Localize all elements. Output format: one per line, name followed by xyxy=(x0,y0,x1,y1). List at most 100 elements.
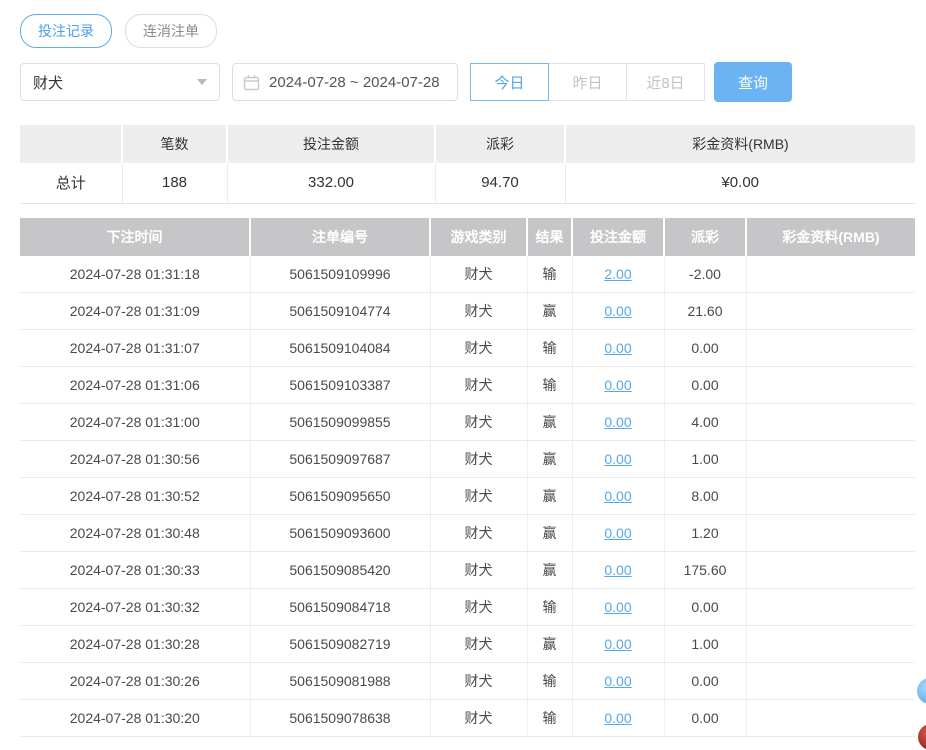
game-select[interactable]: 财犬 xyxy=(20,63,220,101)
cell-bet-amount: 0.00 xyxy=(572,552,664,589)
cell-payout: 1.00 xyxy=(664,441,746,478)
summary-header-bet-amount: 投注金额 xyxy=(227,125,435,163)
cell-bet-time: 2024-07-28 01:31:18 xyxy=(20,256,250,293)
bet-amount-link[interactable]: 0.00 xyxy=(604,525,631,541)
cell-order-number: 5061509103387 xyxy=(250,367,430,404)
bet-amount-link[interactable]: 0.00 xyxy=(604,303,631,319)
cell-game-type: 财犬 xyxy=(430,441,527,478)
summary-table: 笔数 投注金额 派彩 彩金资料(RMB) 总计 188 332.00 94.70… xyxy=(20,125,915,204)
cell-bet-time: 2024-07-28 01:30:48 xyxy=(20,515,250,552)
cell-order-number: 5061509081988 xyxy=(250,663,430,700)
cell-bet-amount: 0.00 xyxy=(572,330,664,367)
cell-order-number: 5061509078638 xyxy=(250,700,430,737)
cell-payout: 8.00 xyxy=(664,478,746,515)
cell-game-type: 财犬 xyxy=(430,589,527,626)
cell-payout: 21.60 xyxy=(664,293,746,330)
bet-amount-link[interactable]: 0.00 xyxy=(604,340,631,356)
cell-result: 赢 xyxy=(527,552,572,589)
table-row: 2024-07-28 01:31:07 5061509104084 财犬 输 0… xyxy=(20,330,915,367)
table-row: 2024-07-28 01:30:32 5061509084718 财犬 输 0… xyxy=(20,589,915,626)
cell-game-type: 财犬 xyxy=(430,404,527,441)
bet-amount-link[interactable]: 0.00 xyxy=(604,414,631,430)
bet-amount-link[interactable]: 0.00 xyxy=(604,636,631,652)
cell-bonus xyxy=(746,626,915,663)
summary-bet-amount-value: 332.00 xyxy=(227,163,435,203)
cell-payout: 0.00 xyxy=(664,700,746,737)
cell-bet-amount: 0.00 xyxy=(572,293,664,330)
cell-game-type: 财犬 xyxy=(430,515,527,552)
summary-payout-value: 94.70 xyxy=(435,163,565,203)
bet-amount-link[interactable]: 0.00 xyxy=(604,599,631,615)
summary-header-count: 笔数 xyxy=(122,125,227,163)
table-row: 2024-07-28 01:30:28 5061509082719 财犬 赢 0… xyxy=(20,626,915,663)
cell-bonus xyxy=(746,515,915,552)
summary-total-row: 总计 188 332.00 94.70 ¥0.00 xyxy=(20,163,915,203)
table-row: 2024-07-28 01:30:48 5061509093600 财犬 赢 0… xyxy=(20,515,915,552)
bet-amount-link[interactable]: 0.00 xyxy=(604,451,631,467)
cell-game-type: 财犬 xyxy=(430,700,527,737)
bet-amount-link[interactable]: 0.00 xyxy=(604,562,631,578)
cell-bet-time: 2024-07-28 01:31:07 xyxy=(20,330,250,367)
cell-payout: 0.00 xyxy=(664,367,746,404)
bet-table-body: 2024-07-28 01:31:18 5061509109996 财犬 输 2… xyxy=(20,256,915,737)
table-row: 2024-07-28 01:31:09 5061509104774 财犬 赢 0… xyxy=(20,293,915,330)
cell-order-number: 5061509084718 xyxy=(250,589,430,626)
cell-bonus xyxy=(746,478,915,515)
cell-game-type: 财犬 xyxy=(430,367,527,404)
cell-bet-amount: 2.00 xyxy=(572,256,664,293)
cell-result: 赢 xyxy=(527,626,572,663)
cell-payout: 1.20 xyxy=(664,515,746,552)
cell-bet-amount: 0.00 xyxy=(572,404,664,441)
bet-amount-link[interactable]: 0.00 xyxy=(604,673,631,689)
cell-order-number: 5061509099855 xyxy=(250,404,430,441)
bet-amount-link[interactable]: 0.00 xyxy=(604,710,631,726)
cell-bonus xyxy=(746,663,915,700)
cell-result: 赢 xyxy=(527,515,572,552)
tab-cancelled-orders[interactable]: 连消注单 xyxy=(125,14,217,48)
cell-result: 赢 xyxy=(527,478,572,515)
cell-result: 输 xyxy=(527,367,572,404)
bet-amount-link[interactable]: 0.00 xyxy=(604,488,631,504)
summary-count-value: 188 xyxy=(122,163,227,203)
cell-bonus xyxy=(746,367,915,404)
cell-bet-amount: 0.00 xyxy=(572,478,664,515)
cell-bonus xyxy=(746,552,915,589)
cell-bet-time: 2024-07-28 01:30:33 xyxy=(20,552,250,589)
header-bet-time: 下注时间 xyxy=(20,218,250,256)
bet-amount-link[interactable]: 0.00 xyxy=(604,377,631,393)
table-row: 2024-07-28 01:31:18 5061509109996 财犬 输 2… xyxy=(20,256,915,293)
cell-game-type: 财犬 xyxy=(430,552,527,589)
cell-result: 输 xyxy=(527,589,572,626)
cell-order-number: 5061509085420 xyxy=(250,552,430,589)
summary-header-payout: 派彩 xyxy=(435,125,565,163)
last-8-days-button[interactable]: 近8日 xyxy=(626,63,705,101)
tab-bet-records[interactable]: 投注记录 xyxy=(20,14,112,48)
query-button[interactable]: 查询 xyxy=(714,62,792,102)
cell-result: 输 xyxy=(527,256,572,293)
yesterday-button[interactable]: 昨日 xyxy=(548,63,627,101)
header-payout: 派彩 xyxy=(664,218,746,256)
cell-bet-amount: 0.00 xyxy=(572,700,664,737)
cell-result: 赢 xyxy=(527,441,572,478)
cell-payout: 0.00 xyxy=(664,663,746,700)
cell-bet-time: 2024-07-28 01:31:06 xyxy=(20,367,250,404)
cell-bet-time: 2024-07-28 01:30:56 xyxy=(20,441,250,478)
cell-order-number: 5061509082719 xyxy=(250,626,430,663)
bet-amount-link[interactable]: 2.00 xyxy=(604,266,631,282)
cell-result: 输 xyxy=(527,700,572,737)
cell-bet-amount: 0.00 xyxy=(572,441,664,478)
summary-header-bonus: 彩金资料(RMB) xyxy=(565,125,915,163)
quick-date-buttons: 今日 昨日 近8日 xyxy=(470,63,705,101)
cell-bonus xyxy=(746,256,915,293)
filter-bar: 财犬 2024-07-28 ~ 2024-07-28 今日 昨日 近8日 查询 xyxy=(20,62,915,102)
cell-bet-time: 2024-07-28 01:30:26 xyxy=(20,663,250,700)
cell-result: 输 xyxy=(527,330,572,367)
cell-game-type: 财犬 xyxy=(430,256,527,293)
summary-bonus-value: ¥0.00 xyxy=(565,163,915,203)
today-button[interactable]: 今日 xyxy=(470,63,549,101)
cell-order-number: 5061509104774 xyxy=(250,293,430,330)
date-range-input[interactable]: 2024-07-28 ~ 2024-07-28 xyxy=(232,63,458,101)
cell-bet-time: 2024-07-28 01:31:09 xyxy=(20,293,250,330)
cell-result: 赢 xyxy=(527,404,572,441)
cell-bet-time: 2024-07-28 01:31:00 xyxy=(20,404,250,441)
